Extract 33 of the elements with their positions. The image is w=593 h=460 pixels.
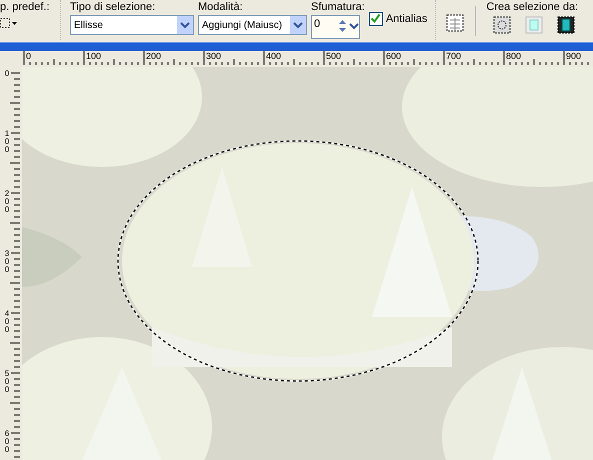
ruler-label: 800 — [506, 51, 522, 61]
preset-label: p. predef.: — [0, 1, 51, 13]
ruler-label: 200 — [3, 190, 11, 214]
ruler-label: 0 — [3, 70, 11, 78]
ruler-label: 400 — [266, 51, 282, 61]
ruler-label: 400 — [3, 310, 11, 334]
selection-type-dropdown[interactable]: Ellisse — [70, 15, 194, 35]
caret-icon[interactable] — [293, 22, 303, 28]
grid-icon[interactable] — [445, 13, 466, 33]
ruler-label: 100 — [86, 51, 102, 61]
antialias-checkbox[interactable]: Antialias — [368, 12, 428, 26]
ruler-label: 500 — [3, 370, 11, 394]
ruler-label: 300 — [3, 250, 11, 274]
ruler-label: 700 — [446, 51, 462, 61]
ruler-label: 500 — [326, 51, 342, 61]
mode-label: Modalità: — [198, 1, 244, 13]
spin-arrows-icon[interactable] — [337, 18, 359, 34]
ruler-label: 300 — [206, 51, 222, 61]
feather-label: Sfumatura: — [311, 1, 365, 13]
selection-icon[interactable] — [492, 15, 512, 35]
mask-icon[interactable] — [556, 15, 576, 35]
selection-type-label: Tipo di selezione: — [70, 1, 156, 13]
ruler-label: 600 — [3, 430, 11, 454]
ruler-label: 100 — [3, 130, 11, 154]
check-icon — [370, 13, 381, 24]
feather-field[interactable]: 0 — [311, 15, 360, 39]
ruler-label: 900 — [566, 51, 582, 61]
ruler-label: 200 — [146, 51, 162, 61]
ruler-label: 0 — [26, 51, 32, 61]
ruler-label: 600 — [386, 51, 402, 61]
create-from-label: Crea selezione da: — [486, 1, 578, 13]
mode-dropdown[interactable]: Aggiungi (Maiusc) — [198, 15, 307, 35]
caret-icon[interactable] — [180, 22, 190, 28]
